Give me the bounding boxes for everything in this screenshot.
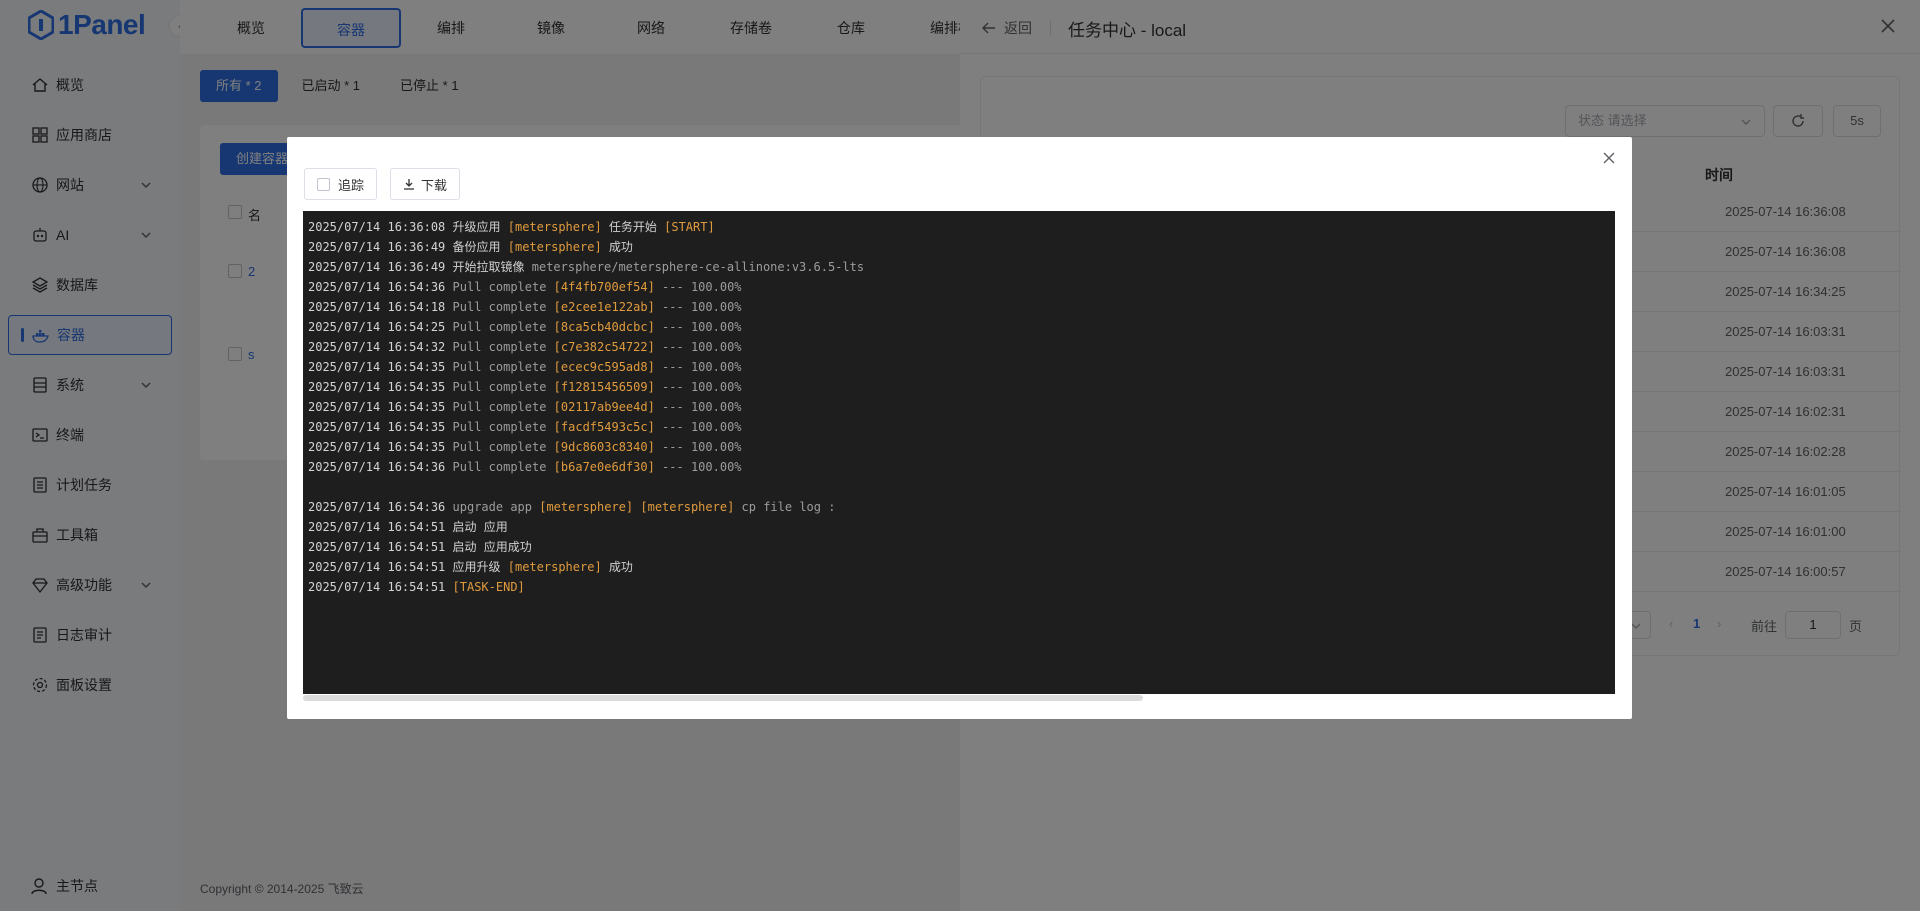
log-text: --- 100.00% bbox=[654, 380, 742, 394]
log-timestamp: 2025/07/14 16:54:35 bbox=[308, 440, 446, 454]
log-text: 升级应用 bbox=[452, 220, 508, 234]
log-highlight: [metersphere] bbox=[539, 500, 634, 514]
log-timestamp: 2025/07/14 16:36:08 bbox=[308, 220, 446, 234]
log-timestamp: 2025/07/14 16:54:51 bbox=[308, 520, 446, 534]
log-text: 备份应用 bbox=[452, 240, 508, 254]
close-icon[interactable] bbox=[1602, 151, 1616, 165]
log-text: 开始拉取镜像 bbox=[452, 260, 532, 274]
log-line: 2025/07/14 16:36:08 升级应用 [metersphere] 任… bbox=[308, 217, 864, 237]
log-line: 2025/07/14 16:54:36 Pull complete [b6a7e… bbox=[308, 457, 864, 477]
log-timestamp: 2025/07/14 16:36:49 bbox=[308, 260, 446, 274]
log-timestamp: 2025/07/14 16:54:36 bbox=[308, 280, 446, 294]
log-line: 2025/07/14 16:54:51 应用升级 [metersphere] 成… bbox=[308, 557, 864, 577]
log-timestamp: 2025/07/14 16:54:35 bbox=[308, 420, 446, 434]
log-line: 2025/07/14 16:54:35 Pull complete [9dc86… bbox=[308, 437, 864, 457]
download-icon bbox=[404, 179, 414, 190]
log-highlight: [c7e382c54722] bbox=[553, 340, 655, 354]
log-text: Pull complete bbox=[452, 300, 554, 314]
log-timestamp: 2025/07/14 16:54:35 bbox=[308, 400, 446, 414]
task-log-dialog: 追踪 下载 2025/07/14 16:36:08 升级应用 [metersph… bbox=[287, 137, 1632, 719]
log-timestamp: 2025/07/14 16:54:36 bbox=[308, 460, 446, 474]
log-timestamp: 2025/07/14 16:54:35 bbox=[308, 360, 446, 374]
log-timestamp: 2025/07/14 16:36:49 bbox=[308, 240, 446, 254]
log-line: 2025/07/14 16:54:36 upgrade app [metersp… bbox=[308, 497, 864, 517]
log-text: 成功 bbox=[601, 240, 633, 254]
log-text: Pull complete bbox=[452, 340, 554, 354]
follow-label: 追踪 bbox=[338, 177, 365, 193]
log-text: --- 100.00% bbox=[654, 440, 742, 454]
log-highlight: [metersphere] bbox=[507, 560, 602, 574]
log-text: Pull complete bbox=[452, 360, 554, 374]
log-lines: 2025/07/14 16:36:08 升级应用 [metersphere] 任… bbox=[308, 217, 864, 597]
log-timestamp: 2025/07/14 16:54:18 bbox=[308, 300, 446, 314]
log-highlight: [02117ab9ee4d] bbox=[553, 400, 655, 414]
log-line: 2025/07/14 16:54:51 启动 应用 bbox=[308, 517, 864, 537]
log-timestamp: 2025/07/14 16:54:32 bbox=[308, 340, 446, 354]
log-highlight: [TASK-END] bbox=[452, 580, 525, 594]
log-highlight: [START] bbox=[664, 220, 715, 234]
log-highlight: [facdf5493c5c] bbox=[553, 420, 655, 434]
log-line: 2025/07/14 16:54:35 Pull complete [02117… bbox=[308, 397, 864, 417]
log-text: Pull complete bbox=[452, 460, 554, 474]
download-button[interactable]: 下载 bbox=[390, 168, 461, 200]
log-text: 任务开始 bbox=[601, 220, 665, 234]
log-highlight: [ecec9c595ad8] bbox=[553, 360, 655, 374]
log-text: cp file log : bbox=[734, 500, 836, 514]
scrollbar-thumb[interactable] bbox=[303, 695, 1143, 701]
log-text: 启动 应用成功 bbox=[452, 540, 532, 554]
log-timestamp: 2025/07/14 16:54:35 bbox=[308, 380, 446, 394]
log-line: 2025/07/14 16:36:49 备份应用 [metersphere] 成… bbox=[308, 237, 864, 257]
log-line: 2025/07/14 16:54:36 Pull complete [4f4fb… bbox=[308, 277, 864, 297]
log-text: --- 100.00% bbox=[654, 300, 742, 314]
log-timestamp: 2025/07/14 16:54:51 bbox=[308, 580, 446, 594]
log-text: --- 100.00% bbox=[654, 400, 742, 414]
log-line: 2025/07/14 16:54:18 Pull complete [e2cee… bbox=[308, 297, 864, 317]
log-text: Pull complete bbox=[452, 400, 554, 414]
log-highlight: [metersphere] bbox=[507, 220, 602, 234]
log-highlight: [e2cee1e122ab] bbox=[553, 300, 655, 314]
log-text: --- 100.00% bbox=[654, 360, 742, 374]
follow-checkbox[interactable] bbox=[317, 177, 330, 191]
download-label: 下载 bbox=[421, 177, 448, 193]
log-line: 2025/07/14 16:54:35 Pull complete [facdf… bbox=[308, 417, 864, 437]
log-viewer[interactable]: 2025/07/14 16:36:08 升级应用 [metersphere] 任… bbox=[303, 211, 1615, 694]
log-highlight: [b6a7e0e6df30] bbox=[553, 460, 655, 474]
log-highlight: [f12815456509] bbox=[553, 380, 655, 394]
log-text: Pull complete bbox=[452, 440, 554, 454]
log-line: 2025/07/14 16:54:51 [TASK-END] bbox=[308, 577, 864, 597]
log-highlight: [metersphere] bbox=[640, 500, 735, 514]
log-text: Pull complete bbox=[452, 280, 554, 294]
log-highlight: [8ca5cb40dcbc] bbox=[553, 320, 655, 334]
log-timestamp: 2025/07/14 16:54:51 bbox=[308, 540, 446, 554]
log-text: 成功 bbox=[601, 560, 633, 574]
horizontal-scrollbar[interactable] bbox=[303, 694, 1615, 702]
log-text: --- 100.00% bbox=[654, 280, 742, 294]
log-text: --- 100.00% bbox=[654, 320, 742, 334]
log-text: Pull complete bbox=[452, 320, 554, 334]
log-line: 2025/07/14 16:54:35 Pull complete [f1281… bbox=[308, 377, 864, 397]
log-highlight: [metersphere] bbox=[507, 240, 602, 254]
log-highlight: [4f4fb700ef54] bbox=[553, 280, 655, 294]
log-text: --- 100.00% bbox=[654, 340, 742, 354]
log-text: 启动 应用 bbox=[452, 520, 508, 534]
log-line: 2025/07/14 16:36:49 开始拉取镜像 metersphere/m… bbox=[308, 257, 864, 277]
log-text: metersphere/metersphere-ce-allinone:v3.6… bbox=[531, 260, 865, 274]
log-timestamp: 2025/07/14 16:54:51 bbox=[308, 560, 446, 574]
log-line: 2025/07/14 16:54:25 Pull complete [8ca5c… bbox=[308, 317, 864, 337]
log-highlight: [9dc8603c8340] bbox=[553, 440, 655, 454]
log-line: 2025/07/14 16:54:51 启动 应用成功 bbox=[308, 537, 864, 557]
log-timestamp: 2025/07/14 16:54:25 bbox=[308, 320, 446, 334]
log-line: 2025/07/14 16:54:35 Pull complete [ecec9… bbox=[308, 357, 864, 377]
log-text: --- 100.00% bbox=[654, 460, 742, 474]
log-text: Pull complete bbox=[452, 420, 554, 434]
log-text: --- 100.00% bbox=[654, 420, 742, 434]
log-text: Pull complete bbox=[452, 380, 554, 394]
log-line: 2025/07/14 16:54:32 Pull complete [c7e38… bbox=[308, 337, 864, 357]
log-text: upgrade app bbox=[452, 500, 540, 514]
follow-toggle[interactable]: 追踪 bbox=[304, 168, 378, 200]
log-timestamp: 2025/07/14 16:54:36 bbox=[308, 500, 446, 514]
log-text: 应用升级 bbox=[452, 560, 508, 574]
